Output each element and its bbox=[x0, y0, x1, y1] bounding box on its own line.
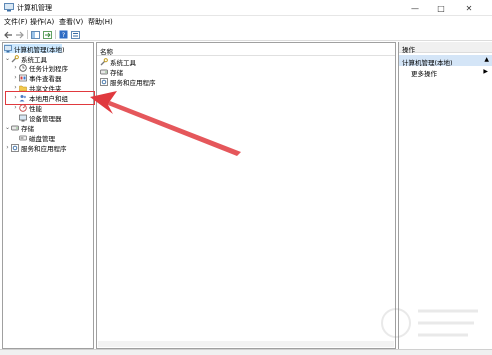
menu-view[interactable]: 查看(V) bbox=[59, 17, 83, 27]
list-item-label: 服务和应用程序 bbox=[110, 78, 156, 87]
annotation-highlight-box bbox=[5, 91, 95, 105]
tree-item-label: 服务和应用程序 bbox=[21, 144, 67, 153]
header-divider bbox=[97, 55, 395, 56]
task-scheduler-icon bbox=[19, 63, 27, 72]
horizontal-scrollbar[interactable] bbox=[98, 341, 394, 347]
toolbar-separator bbox=[55, 30, 56, 39]
tree-item-task-scheduler[interactable]: › 任务计划程序 bbox=[12, 63, 68, 73]
actions-section-computer-management[interactable]: 计算机管理(本地) ▲ bbox=[399, 55, 492, 67]
storage-icon bbox=[11, 124, 19, 132]
window-title: 计算机管理 bbox=[17, 4, 52, 12]
services-icon bbox=[100, 77, 108, 86]
chevron-right-icon[interactable]: › bbox=[12, 64, 19, 71]
tools-icon bbox=[11, 54, 19, 63]
tree-item-disk-management[interactable]: 磁盘管理 bbox=[12, 133, 55, 143]
tree-item-label: 事件查看器 bbox=[29, 74, 62, 83]
tree-item-label: 计算机管理(本地) bbox=[14, 45, 65, 54]
tree-item-storage[interactable]: ⌄ 存储 bbox=[4, 123, 34, 133]
actions-header: 操作 bbox=[399, 42, 492, 54]
tree-item-event-viewer[interactable]: › 事件查看器 bbox=[12, 73, 62, 83]
event-viewer-icon bbox=[19, 74, 27, 82]
watermark-logo bbox=[381, 308, 478, 338]
menu-action[interactable]: 操作(A) bbox=[30, 17, 54, 27]
forward-icon[interactable] bbox=[14, 29, 25, 40]
chevron-right-icon[interactable]: › bbox=[12, 74, 19, 81]
show-tree-icon[interactable] bbox=[30, 29, 41, 40]
computer-icon bbox=[4, 44, 12, 53]
chevron-right-icon[interactable]: › bbox=[4, 144, 11, 151]
svg-text:?: ? bbox=[62, 31, 65, 39]
list-item[interactable]: 服务和应用程序 bbox=[100, 77, 156, 87]
disk-icon bbox=[19, 134, 27, 142]
chevron-down-icon[interactable]: ⌄ bbox=[4, 55, 11, 62]
more-actions-item[interactable]: 更多操作 bbox=[411, 68, 437, 78]
computer-management-icon bbox=[4, 3, 14, 12]
tree-item-device-manager[interactable]: 设备管理器 bbox=[12, 113, 62, 123]
tree-item-label: 任务计划程序 bbox=[29, 64, 68, 73]
menu-bar: 文件(F) 操作(A) 查看(V) 帮助(H) bbox=[0, 16, 492, 28]
maximize-icon[interactable]: □ bbox=[430, 0, 452, 16]
results-list: 名称 系统工具 存储 服务和应用程序 bbox=[96, 42, 396, 349]
device-manager-icon bbox=[19, 114, 27, 122]
title-bar: 计算机管理 — □ ✕ bbox=[0, 0, 492, 16]
tree-item-label: 存储 bbox=[21, 124, 34, 133]
toolbar: ? bbox=[0, 28, 492, 41]
tree-item-label: 磁盘管理 bbox=[29, 134, 55, 143]
chevron-right-icon[interactable]: › bbox=[12, 84, 19, 91]
minimize-icon[interactable]: — bbox=[404, 0, 426, 16]
menu-file[interactable]: 文件(F) bbox=[4, 17, 28, 27]
tree-item-services-applications[interactable]: › 服务和应用程序 bbox=[4, 143, 67, 153]
storage-icon bbox=[100, 68, 108, 76]
actions-section-label: 计算机管理(本地) bbox=[402, 59, 453, 67]
console-tree: 计算机管理(本地) ⌄ 系统工具 › 任务计划程序 › 事件查看器 › 共享文件… bbox=[2, 42, 94, 349]
list-item-label: 系统工具 bbox=[110, 58, 136, 67]
tree-item-computer-management[interactable]: 计算机管理(本地) bbox=[4, 44, 65, 54]
chevron-right-icon[interactable]: ▶ bbox=[483, 68, 488, 75]
tools-icon bbox=[100, 57, 108, 66]
list-item-label: 存储 bbox=[110, 68, 123, 77]
list-item[interactable]: 存储 bbox=[100, 67, 123, 77]
help-icon[interactable]: ? bbox=[58, 29, 69, 40]
toolbar-separator bbox=[27, 30, 28, 39]
properties-icon[interactable] bbox=[70, 29, 81, 40]
export-list-icon[interactable] bbox=[42, 29, 53, 40]
back-icon[interactable] bbox=[3, 29, 14, 40]
list-item[interactable]: 系统工具 bbox=[100, 57, 136, 67]
chevron-down-icon[interactable]: ⌄ bbox=[4, 124, 11, 131]
services-icon bbox=[11, 143, 19, 152]
close-icon[interactable]: ✕ bbox=[458, 0, 480, 16]
collapse-up-icon[interactable]: ▲ bbox=[484, 56, 489, 63]
status-bar bbox=[0, 349, 492, 355]
chevron-right-icon[interactable]: › bbox=[12, 104, 19, 111]
menu-help[interactable]: 帮助(H) bbox=[88, 17, 113, 27]
tree-item-label: 设备管理器 bbox=[29, 114, 62, 123]
